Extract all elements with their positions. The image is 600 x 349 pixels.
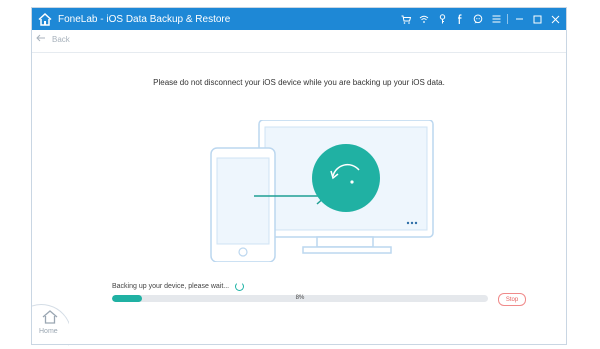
stop-button[interactable]: Stop [498,293,526,306]
progress-label-text: Backing up your device, please wait... [112,283,230,290]
cart-icon[interactable] [397,8,415,30]
back-label: Back [52,34,70,44]
home-icon [42,310,58,329]
backup-warning-message: Please do not disconnect your iOS device… [153,78,445,87]
key-icon[interactable] [433,8,451,30]
home-label: Home [39,328,58,335]
titlebar-divider [507,14,508,24]
home-app-icon [38,12,52,26]
title-bar: FoneLab - iOS Data Backup & Restore [32,8,566,30]
app-window: FoneLab - iOS Data Backup & Restore Back… [31,7,567,346]
menu-icon[interactable] [487,8,505,30]
toolbar: Back [32,30,566,53]
backup-sync-icon [312,144,380,212]
loading-spinner-icon [235,282,245,291]
close-icon[interactable] [546,8,564,30]
maximize-icon[interactable] [528,8,546,30]
backup-illustration [207,119,441,267]
chat-icon[interactable] [469,8,487,30]
facebook-icon[interactable] [451,8,469,30]
back-arrow-icon [36,34,46,44]
wifi-icon[interactable] [415,8,433,30]
home-button[interactable]: Home [32,300,69,346]
phone-icon [210,147,276,263]
progress-percent: 8% [295,295,305,301]
progress-status: Backing up your device, please wait... [112,282,245,291]
minimize-icon[interactable] [510,8,528,30]
window-title: FoneLab - iOS Data Backup & Restore [58,13,231,25]
back-button[interactable]: Back [36,34,70,44]
